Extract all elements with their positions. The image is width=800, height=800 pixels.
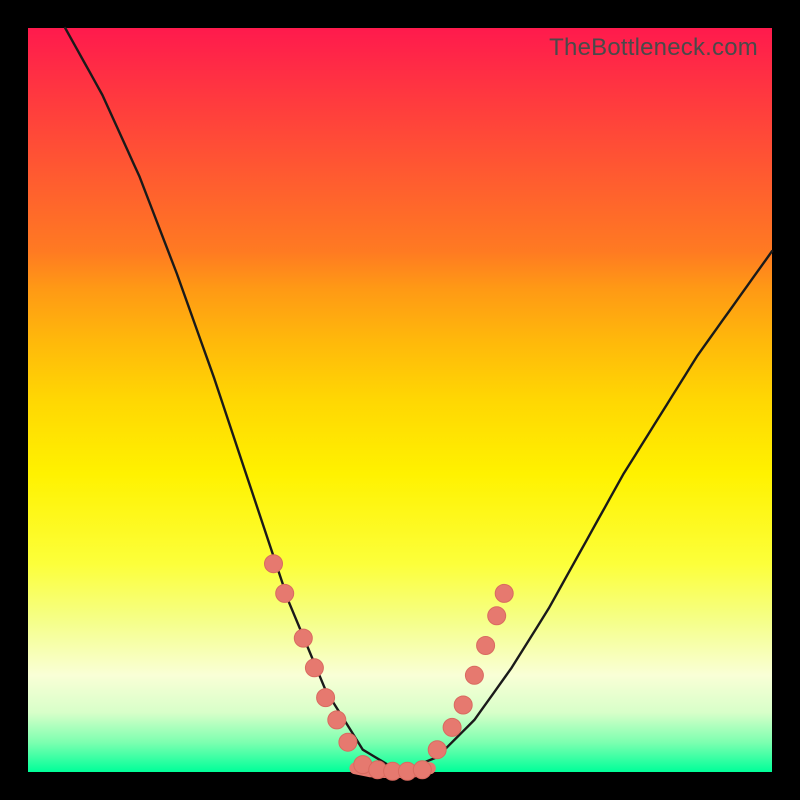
data-marker (495, 584, 513, 602)
data-marker (328, 711, 346, 729)
data-marker (305, 659, 323, 677)
chart-frame: TheBottleneck.com (0, 0, 800, 800)
data-marker (294, 629, 312, 647)
data-marker (265, 555, 283, 573)
data-marker (276, 584, 294, 602)
series-right-curve (400, 251, 772, 772)
data-marker (477, 637, 495, 655)
data-marker (488, 607, 506, 625)
data-marker (339, 733, 357, 751)
data-marker (465, 666, 483, 684)
curve-layer (28, 28, 772, 772)
data-marker (413, 761, 431, 779)
data-marker (317, 689, 335, 707)
series-left-curve (65, 28, 400, 772)
plot-area: TheBottleneck.com (28, 28, 772, 772)
data-marker (454, 696, 472, 714)
data-marker (428, 741, 446, 759)
data-marker (443, 718, 461, 736)
